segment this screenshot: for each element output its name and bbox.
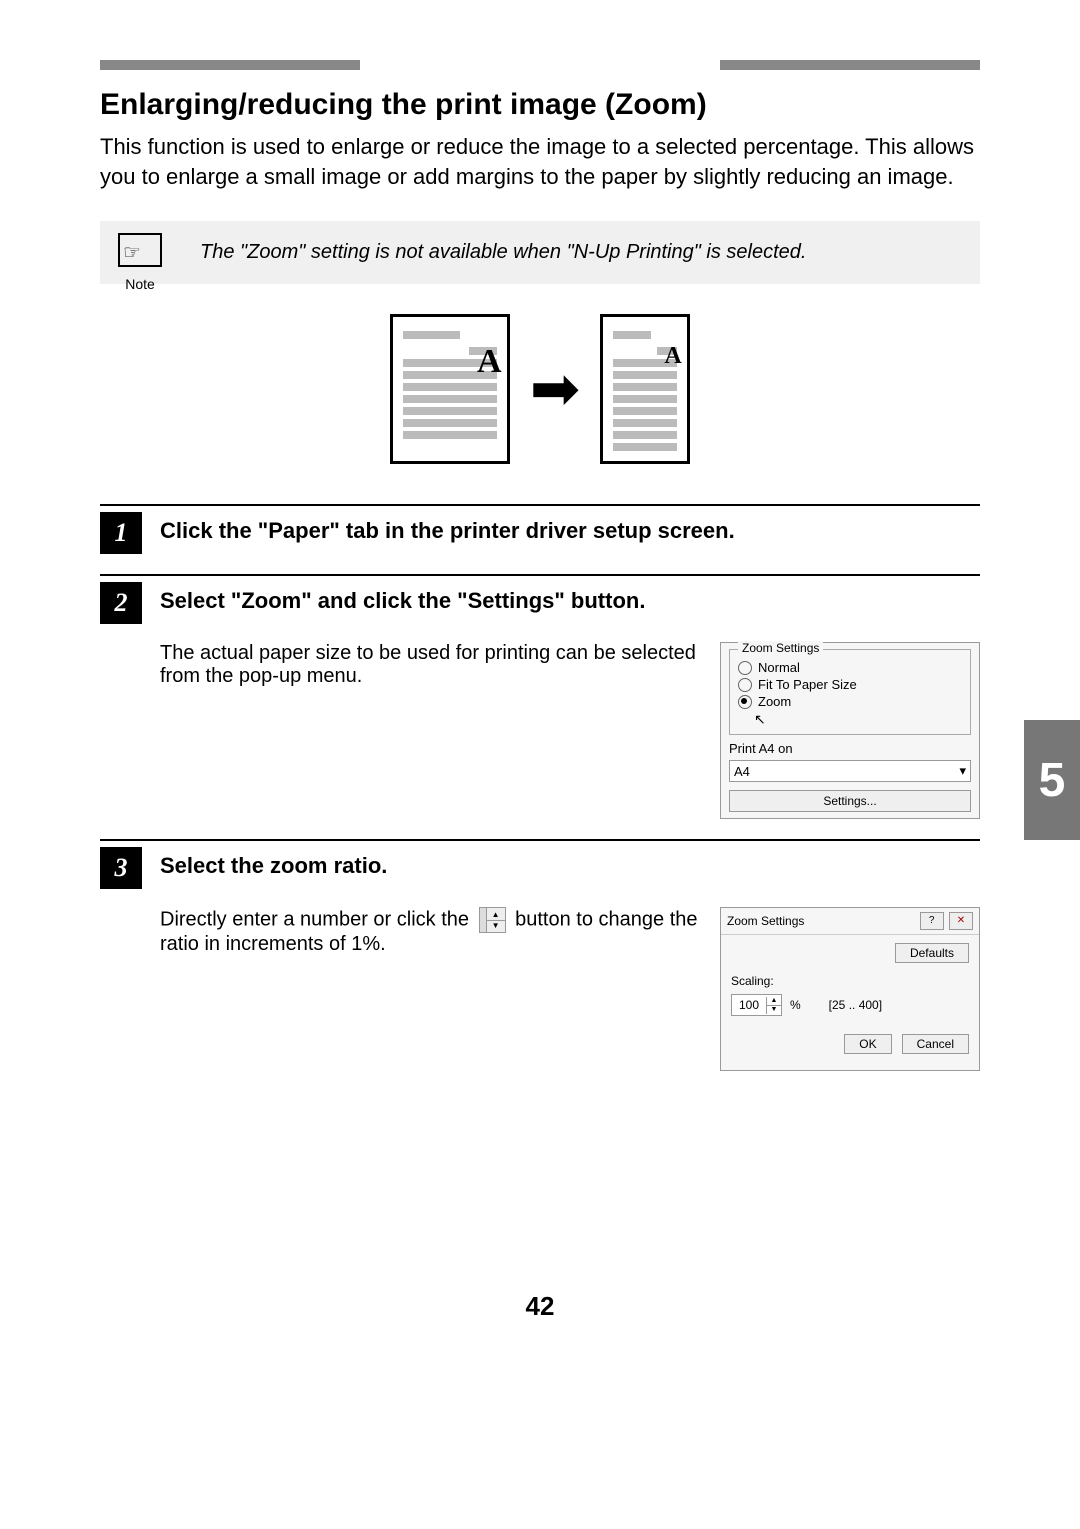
pointing-hand-icon: ☞ <box>123 240 141 265</box>
illustration-page-large: A <box>390 314 510 464</box>
step-3: 3 Select the zoom ratio. <box>100 847 980 889</box>
step-number-badge: 3 <box>100 847 142 889</box>
step-1-title: Click the "Paper" tab in the printer dri… <box>160 512 980 554</box>
arrow-right-icon: ➡ <box>530 354 580 424</box>
radio-zoom[interactable]: Zoom <box>738 694 962 709</box>
cursor-icon: ↖ <box>754 711 962 728</box>
arrow-down-icon: ▼ <box>487 921 505 931</box>
step-2-title: Select "Zoom" and click the "Settings" b… <box>160 582 980 624</box>
zoom-settings-group-panel: Zoom Settings Normal Fit To Paper Size Z… <box>720 642 980 819</box>
note-block: ☞ Note The "Zoom" setting is not availab… <box>100 221 980 284</box>
radio-fit[interactable]: Fit To Paper Size <box>738 677 962 692</box>
help-icon[interactable]: ? <box>920 912 944 930</box>
radio-normal[interactable]: Normal <box>738 660 962 675</box>
page-title: Enlarging/reducing the print image (Zoom… <box>100 88 980 122</box>
note-icon: ☞ Note <box>110 233 170 292</box>
chevron-down-icon: ▾ <box>959 763 966 779</box>
settings-button[interactable]: Settings... <box>729 790 971 812</box>
paper-size-select[interactable]: A4 ▾ <box>729 760 971 782</box>
print-on-label: Print A4 on <box>729 741 971 756</box>
paper-size-value: A4 <box>734 764 750 779</box>
step-3-text-a: Directly enter a number or click the <box>160 909 475 931</box>
divider <box>100 504 980 506</box>
step-2-text: The actual paper size to be used for pri… <box>160 642 700 819</box>
radio-normal-label: Normal <box>758 660 800 675</box>
radio-fit-label: Fit To Paper Size <box>758 677 857 692</box>
note-caption: Note <box>110 276 170 292</box>
dialog-title: Zoom Settings <box>727 914 804 928</box>
step-number-badge: 2 <box>100 582 142 624</box>
step-2: 2 Select "Zoom" and click the "Settings"… <box>100 582 980 624</box>
page-number: 42 <box>100 1291 980 1322</box>
scaling-label: Scaling: <box>731 974 774 988</box>
step-3-text: Directly enter a number or click the ▲▼ … <box>160 907 700 1071</box>
header-rule-left <box>100 60 360 70</box>
header-rule-right <box>720 60 980 70</box>
step-number-badge: 1 <box>100 512 142 554</box>
divider <box>100 574 980 576</box>
step-3-title: Select the zoom ratio. <box>160 847 980 889</box>
zoom-settings-dialog: Zoom Settings ? ✕ Defaults Scaling: 100 <box>720 907 980 1071</box>
defaults-button[interactable]: Defaults <box>895 943 969 963</box>
illustration-page-small: A <box>600 314 690 464</box>
arrow-up-icon: ▲ <box>487 910 505 921</box>
note-text: The "Zoom" setting is not available when… <box>200 241 960 264</box>
scaling-spinner[interactable]: 100 ▲▼ <box>731 994 782 1016</box>
cancel-button[interactable]: Cancel <box>902 1034 969 1054</box>
scaling-range: [25 .. 400] <box>829 998 882 1012</box>
arrow-down-icon[interactable]: ▼ <box>767 1006 781 1014</box>
spinner-icon: ▲▼ <box>479 907 506 933</box>
zoom-illustration: A ➡ A <box>100 314 980 464</box>
ok-button[interactable]: OK <box>844 1034 891 1054</box>
radio-zoom-label: Zoom <box>758 694 791 709</box>
close-icon[interactable]: ✕ <box>949 912 973 930</box>
intro-text: This function is used to enlarge or redu… <box>100 132 980 191</box>
divider <box>100 839 980 841</box>
step-1: 1 Click the "Paper" tab in the printer d… <box>100 512 980 554</box>
chapter-tab: 5 <box>1024 720 1080 840</box>
arrow-up-icon[interactable]: ▲ <box>767 997 781 1006</box>
scaling-value: 100 <box>732 997 766 1013</box>
group-label: Zoom Settings <box>738 641 823 655</box>
percent-label: % <box>790 998 801 1012</box>
